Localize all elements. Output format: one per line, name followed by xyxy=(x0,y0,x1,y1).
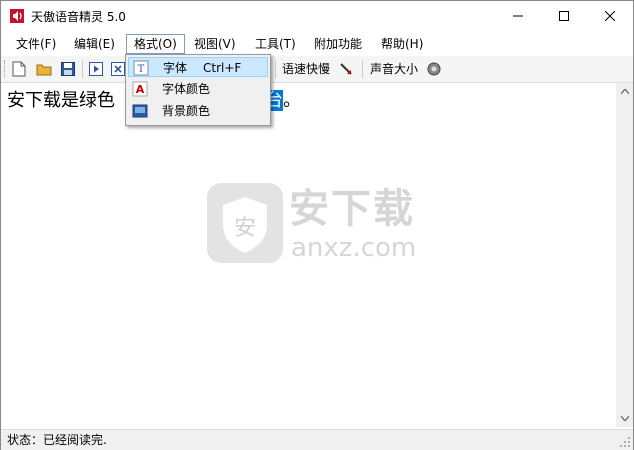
menu-edit[interactable]: 编辑(E) xyxy=(67,34,122,54)
play-button[interactable] xyxy=(87,60,105,78)
menu-item-background-color[interactable]: 背景颜色 xyxy=(128,101,268,121)
menu-tools[interactable]: 工具(T) xyxy=(248,34,303,54)
toolbar-separator xyxy=(275,60,276,78)
status-bar: 状态：已经阅读完. xyxy=(1,429,633,450)
volume-control[interactable] xyxy=(425,60,443,78)
svg-text:安: 安 xyxy=(234,216,256,241)
toolbar-separator xyxy=(362,60,363,78)
maximize-button[interactable] xyxy=(541,1,587,31)
menu-item-font-label: 字体 xyxy=(163,61,188,75)
menu-item-font-color[interactable]: A 字体颜色 xyxy=(128,79,268,99)
toolbar-separator xyxy=(82,60,83,78)
menu-format[interactable]: 格式(O) xyxy=(126,34,185,54)
menu-addons[interactable]: 附加功能 xyxy=(307,34,369,54)
svg-text:T: T xyxy=(138,64,145,75)
menu-view[interactable]: 视图(V) xyxy=(187,34,243,54)
speed-label: 语速快慢 xyxy=(282,62,331,76)
menu-item-font-shortcut: Ctrl+F xyxy=(203,61,242,75)
scroll-up-button[interactable] xyxy=(616,83,633,100)
vertical-scrollbar[interactable] xyxy=(616,83,633,427)
menu-file[interactable]: 文件(F) xyxy=(9,34,63,54)
menu-item-background-color-label: 背景颜色 xyxy=(162,104,211,118)
scroll-down-button[interactable] xyxy=(616,410,633,427)
status-text: 状态：已经阅读完. xyxy=(7,433,107,447)
save-button[interactable] xyxy=(59,60,77,78)
watermark-cn-text: 安下载 xyxy=(289,186,415,232)
text-editor[interactable]: 安下载是绿色 台。 安 安下载 anxz.com xyxy=(1,83,615,427)
volume-label: 声音大小 xyxy=(370,62,419,76)
open-file-button[interactable] xyxy=(35,60,53,78)
minimize-button[interactable] xyxy=(495,1,541,31)
font-color-icon: A xyxy=(132,81,148,97)
toolbar: 语速快慢 声音大小 xyxy=(1,56,633,83)
open-folder-icon xyxy=(36,64,52,76)
menu-bar: 文件(F) 编辑(E) 格式(O) 视图(V) 工具(T) 附加功能 帮助(H) xyxy=(1,32,633,56)
speed-arrow-icon xyxy=(340,63,352,75)
maximize-icon xyxy=(559,11,569,21)
background-color-icon xyxy=(132,104,148,118)
speed-control[interactable] xyxy=(337,60,355,78)
volume-knob-icon xyxy=(427,62,441,76)
menu-item-font[interactable]: T 字体 Ctrl+F xyxy=(128,57,268,77)
shield-icon: 安 xyxy=(207,183,283,263)
editor-text-after: 。 xyxy=(283,90,301,111)
close-icon xyxy=(605,11,615,21)
watermark-logo: 安 安下载 anxz.com xyxy=(207,183,437,273)
chevron-up-icon xyxy=(620,89,629,94)
menu-help[interactable]: 帮助(H) xyxy=(374,34,430,54)
menu-item-font-color-label: 字体颜色 xyxy=(162,82,211,96)
stop-icon xyxy=(111,62,125,76)
app-speaker-icon xyxy=(10,9,24,23)
watermark-en-text: anxz.com xyxy=(291,233,417,263)
svg-text:A: A xyxy=(136,83,145,96)
format-dropdown-menu: T 字体 Ctrl+F A 字体颜色 背景颜色 xyxy=(125,54,271,126)
new-file-icon xyxy=(12,61,26,77)
minimize-icon xyxy=(513,15,523,17)
window-title: 天傲语音精灵 5.0 xyxy=(31,10,126,24)
chevron-down-icon xyxy=(620,416,629,421)
title-bar: 天傲语音精灵 5.0 xyxy=(1,1,633,31)
play-icon xyxy=(89,62,103,76)
close-button[interactable] xyxy=(587,1,633,31)
new-file-button[interactable] xyxy=(10,60,28,78)
resize-grip-icon[interactable] xyxy=(619,436,631,448)
save-icon xyxy=(61,62,75,76)
editor-text-before: 安下载是绿色 xyxy=(7,90,115,111)
app-window: 天傲语音精灵 5.0 文件(F) 编辑(E) 格式(O) 视图(V) 工具(T)… xyxy=(0,0,634,450)
toolbar-grip[interactable] xyxy=(4,60,7,78)
font-icon: T xyxy=(133,60,149,76)
